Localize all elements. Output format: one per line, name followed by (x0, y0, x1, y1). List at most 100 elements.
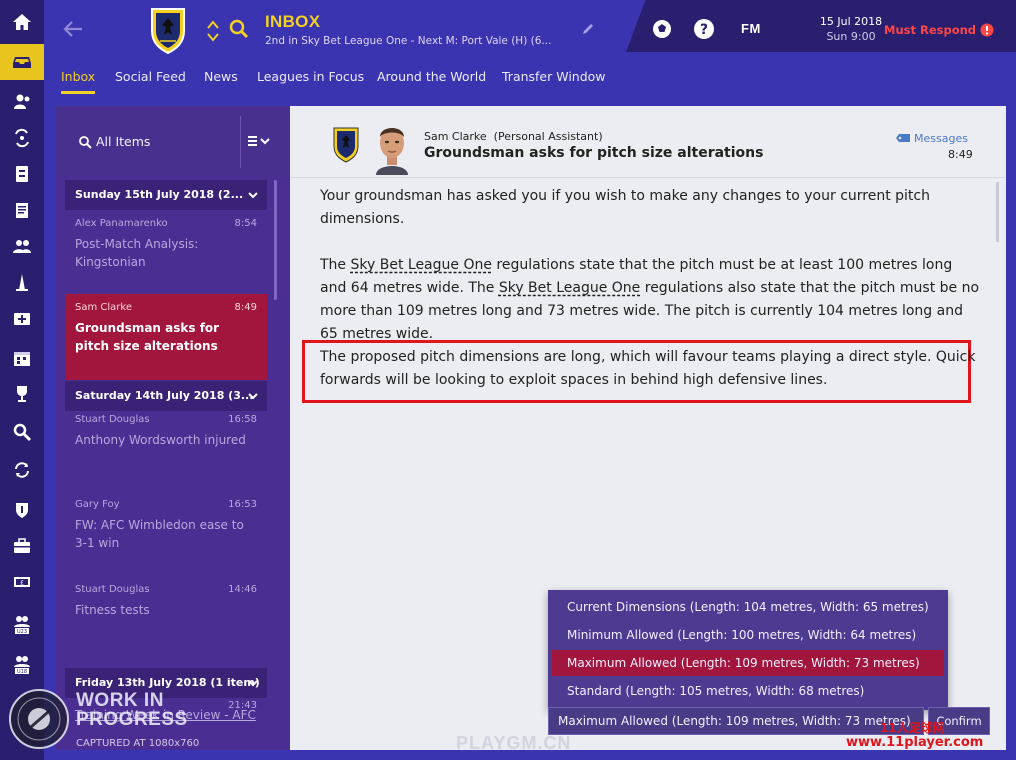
message-time: 8:49 (948, 148, 973, 161)
svg-text:?: ? (700, 22, 708, 38)
fm-logo[interactable]: FM (741, 21, 761, 36)
message-sender: Sam Clarke (75, 302, 132, 313)
sender-portrait-avatar[interactable] (370, 119, 414, 175)
transfers-icon[interactable] (0, 452, 44, 488)
reports-icon[interactable] (0, 192, 44, 228)
cash-icon[interactable]: £ (0, 564, 44, 600)
scouting-icon[interactable] (0, 414, 44, 450)
group-header[interactable]: Sunday 15th July 2018 (2... (65, 180, 267, 210)
search-icon[interactable] (78, 135, 92, 149)
sort-menu-icon[interactable] (246, 132, 274, 150)
schedule-icon[interactable] (0, 340, 44, 376)
league-link[interactable]: Sky Bet League One (351, 257, 492, 273)
site-watermark-url: www.11player.com (846, 735, 984, 750)
pitch-dimensions-dropdown: Current Dimensions (Length: 104 metres, … (548, 590, 948, 710)
messages-link-label: Messages (914, 132, 968, 145)
club-crest-icon[interactable] (148, 5, 188, 55)
svg-text:£: £ (20, 580, 24, 587)
list-item[interactable]: Gary Foy 16:53 FW: AFC Wimbledon ease to… (65, 491, 267, 571)
data-icon[interactable] (0, 156, 44, 192)
list-item[interactable]: Alex Panamarenko 8:54 Post-Match Analysi… (65, 210, 267, 294)
finances-icon[interactable] (0, 528, 44, 564)
tactics-icon[interactable] (0, 120, 44, 156)
tab-social-feed[interactable]: Social Feed (115, 64, 186, 94)
group-label: Sunday 15th July 2018 (2... (75, 188, 244, 201)
group-label: Friday 13th July 2018 (1 item) (75, 676, 260, 689)
club-switch-arrows-icon[interactable] (206, 18, 220, 44)
dropdown-option[interactable]: Current Dimensions (Length: 104 metres, … (552, 594, 944, 620)
pencil-icon[interactable] (581, 22, 595, 36)
list-item[interactable]: Stuart Douglas 16:58 Anthony Wordsworth … (65, 406, 267, 486)
all-items-filter[interactable]: All Items (96, 134, 150, 149)
message-list-header: All Items (56, 106, 290, 176)
message-time: 21:43 (228, 700, 257, 711)
dropdown-option[interactable]: Standard (Length: 105 metres, Width: 68 … (552, 678, 944, 704)
message-subject: Groundsman asks for pitch size alteratio… (75, 321, 220, 353)
main-navigation-rail: £ U23 U18 (0, 0, 44, 760)
back-arrow-icon[interactable] (62, 18, 84, 40)
message-sender: Sam Clarke (Personal Assistant) (424, 130, 603, 143)
medical-icon[interactable] (0, 300, 44, 336)
message-subject: Anthony Wordsworth injured (75, 433, 246, 447)
training-icon[interactable] (0, 264, 44, 300)
sports-interactive-logo (9, 689, 69, 749)
svg-text:U23: U23 (17, 629, 27, 634)
game-date: 15 Jul 2018 (819, 15, 883, 28)
game-time: Sun 9:00 (826, 30, 876, 43)
tab-inbox[interactable]: Inbox (61, 64, 96, 94)
message-time: 14:46 (228, 584, 257, 595)
staff-icon[interactable] (0, 228, 44, 264)
paragraph-text: The (320, 257, 351, 273)
message-time: 16:58 (228, 414, 257, 425)
wip-watermark-line2: PROGRESS (76, 709, 188, 730)
header-status-bar: ? FM 15 Jul 2018 Sun 9:00 Must Respond (626, 0, 1016, 52)
u23-icon[interactable]: U23 (0, 604, 44, 644)
message-subject: FW: AFC Wimbledon ease to 3-1 win (75, 518, 244, 550)
tab-leagues-in-focus[interactable]: Leagues in Focus (257, 64, 364, 94)
message-subject: Post-Match Analysis: Kingstonian (75, 237, 199, 269)
message-subject: Groundsman asks for pitch size alteratio… (424, 145, 764, 161)
messages-link[interactable]: Messages (894, 132, 968, 145)
svg-text:U18: U18 (17, 669, 27, 674)
club-vision-icon[interactable] (0, 492, 44, 528)
list-item[interactable]: Sam Clarke 8:49 Groundsman asks for pitc… (65, 294, 267, 380)
dropdown-option-selected[interactable]: Maximum Allowed (Length: 109 metres, Wid… (552, 650, 944, 676)
must-respond-button[interactable]: Must Respond (884, 23, 976, 37)
alert-icon[interactable] (980, 23, 994, 37)
message-time: 8:49 (234, 302, 257, 313)
football-icon[interactable] (651, 18, 673, 40)
list-scrollbar[interactable] (274, 180, 277, 300)
divider (240, 116, 241, 168)
chevron-down-icon[interactable] (247, 677, 259, 689)
tab-around-the-world[interactable]: Around the World (377, 64, 486, 94)
tab-transfer-window[interactable]: Transfer Window (502, 64, 606, 94)
chevron-down-icon[interactable] (247, 390, 259, 402)
list-item[interactable]: Stuart Douglas 14:46 Fitness tests (65, 576, 267, 656)
message-paragraph: The Sky Bet League One regulations state… (320, 254, 980, 346)
home-icon[interactable] (0, 4, 44, 40)
message-subject: Fitness tests (75, 603, 150, 617)
search-icon[interactable] (228, 18, 250, 40)
tab-news[interactable]: News (204, 64, 238, 94)
club-crest-icon[interactable] (332, 126, 360, 164)
pitch-dimensions-select[interactable]: Maximum Allowed (Length: 109 metres, Wid… (548, 707, 924, 735)
site-watermark-cn: 11人足球网 (880, 721, 945, 735)
site-watermark: PLAYGM.CN (456, 733, 572, 753)
chevron-down-icon[interactable] (247, 189, 259, 201)
message-paragraph: Your groundsman has asked you if you wis… (320, 188, 930, 227)
pane-scrollbar[interactable] (996, 182, 999, 242)
wip-watermark-line1: WORK IN (76, 690, 164, 711)
help-icon[interactable]: ? (693, 18, 715, 40)
message-sender: Alex Panamarenko (75, 218, 168, 229)
u18-icon[interactable]: U18 (0, 644, 44, 684)
competitions-icon[interactable] (0, 376, 44, 412)
league-link[interactable]: Sky Bet League One (499, 280, 640, 296)
club-status-subtitle: 2nd in Sky Bet League One - Next M: Port… (265, 35, 552, 47)
squad-icon[interactable] (0, 84, 44, 120)
message-paragraph-highlighted: The proposed pitch dimensions are long, … (320, 349, 976, 388)
wip-watermark-caption: CAPTURED AT 1080x760 (76, 738, 200, 749)
inbox-icon[interactable] (0, 44, 44, 80)
dropdown-option[interactable]: Minimum Allowed (Length: 100 metres, Wid… (552, 622, 944, 648)
message-list-panel: All Items Sunday 15th July 2018 (2... Al… (56, 106, 290, 750)
message-time: 8:54 (234, 218, 257, 229)
